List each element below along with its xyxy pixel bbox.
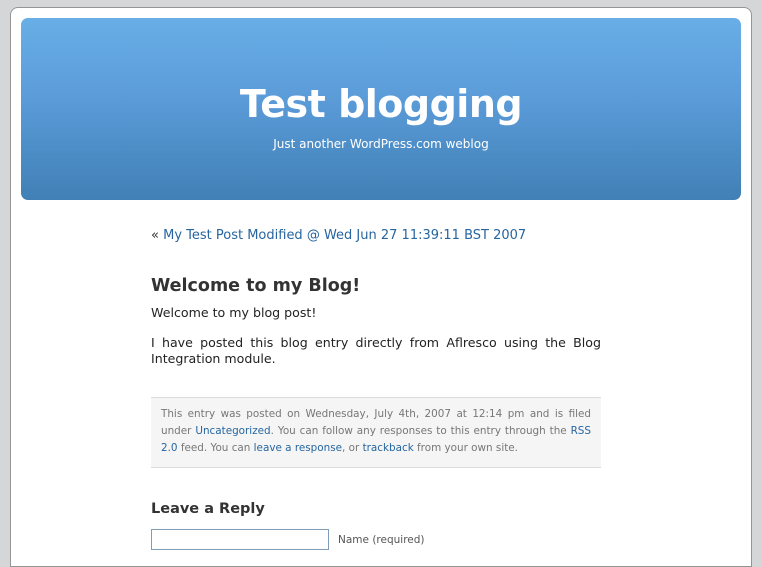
blog-title[interactable]: Test blogging bbox=[21, 84, 741, 124]
post-metadata: This entry was posted on Wednesday, July… bbox=[151, 397, 601, 468]
name-input[interactable] bbox=[151, 529, 329, 550]
meta-text: , or bbox=[342, 442, 363, 454]
name-label: Name (required) bbox=[338, 533, 425, 546]
meta-text: from your own site. bbox=[413, 442, 518, 454]
post-paragraph: I have posted this blog entry directly f… bbox=[151, 335, 601, 366]
blog-header: Test blogging Just another WordPress.com… bbox=[21, 18, 741, 200]
reply-title: Leave a Reply bbox=[151, 501, 265, 517]
meta-text: . You can follow any responses to this e… bbox=[270, 425, 571, 437]
trackback-link[interactable]: trackback bbox=[363, 442, 414, 454]
leave-response-link[interactable]: leave a response bbox=[254, 442, 342, 454]
prev-marker: « bbox=[151, 228, 159, 243]
post-paragraph: Welcome to my blog post! bbox=[151, 305, 317, 320]
name-field-row: Name (required) bbox=[151, 529, 601, 550]
category-link[interactable]: Uncategorized bbox=[195, 425, 270, 437]
previous-post-link[interactable]: My Test Post Modified @ Wed Jun 27 11:39… bbox=[163, 228, 526, 243]
post-title[interactable]: Welcome to my Blog! bbox=[151, 275, 601, 297]
main-content: « My Test Post Modified @ Wed Jun 27 11:… bbox=[151, 228, 601, 550]
post-navigation: « My Test Post Modified @ Wed Jun 27 11:… bbox=[151, 228, 601, 244]
meta-text: feed. You can bbox=[177, 442, 254, 454]
blog-description: Just another WordPress.com weblog bbox=[273, 137, 489, 151]
page-container: Test blogging Just another WordPress.com… bbox=[10, 7, 752, 567]
